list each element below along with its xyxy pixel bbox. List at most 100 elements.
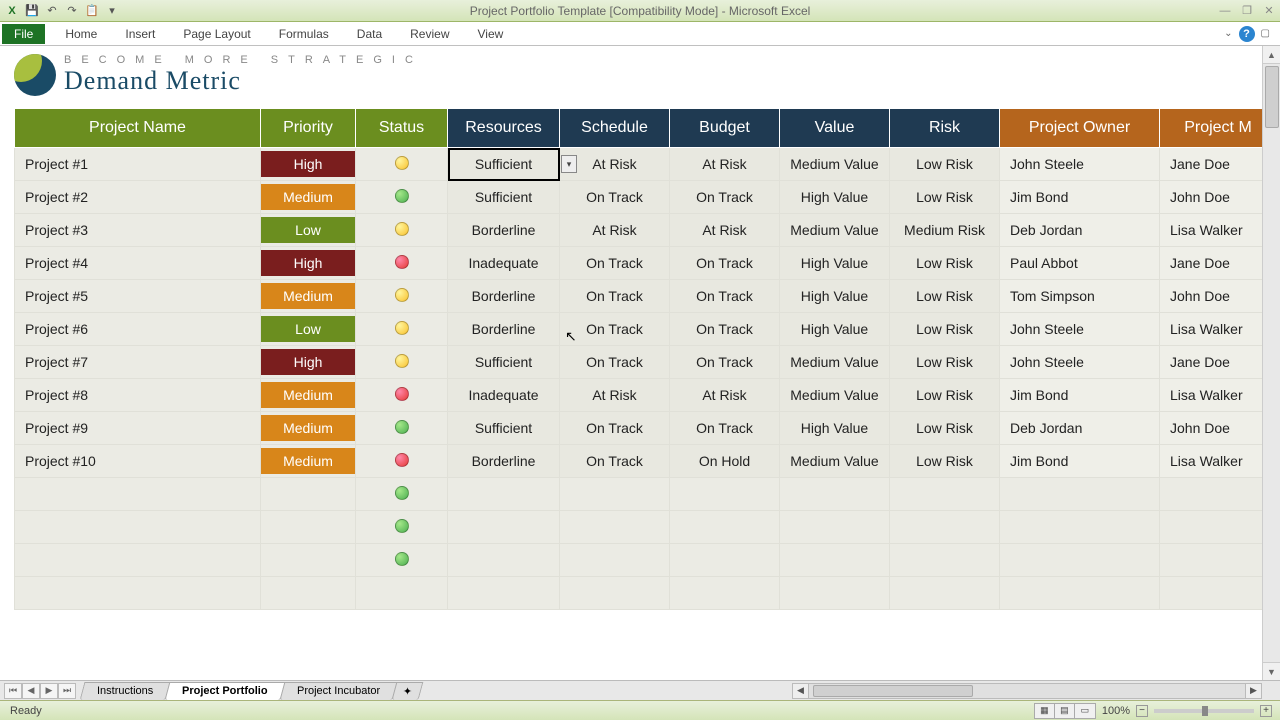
cell-project-name[interactable]: Project #4 (15, 247, 261, 280)
cell-priority[interactable]: Medium (261, 280, 356, 313)
paste-icon[interactable]: 📋 (84, 3, 100, 19)
cell-empty[interactable] (1160, 478, 1277, 511)
cell-empty[interactable] (780, 511, 890, 544)
cell-value[interactable]: High Value (780, 181, 890, 214)
cell-project-name[interactable]: Project #5 (15, 280, 261, 313)
cell-budget[interactable]: On Track (670, 346, 780, 379)
sheet-first-icon[interactable]: ⏮ (4, 683, 22, 699)
cell-status[interactable] (356, 280, 448, 313)
cell-owner[interactable]: Tom Simpson (1000, 280, 1160, 313)
cell-empty[interactable] (560, 478, 670, 511)
sheet-last-icon[interactable]: ⏭ (58, 683, 76, 699)
cell-status[interactable] (356, 247, 448, 280)
cell-project-name[interactable]: Project #7 (15, 346, 261, 379)
minimize-icon[interactable]: — (1218, 4, 1232, 18)
cell-project-name[interactable]: Project #10 (15, 445, 261, 478)
cell-schedule[interactable]: On Track (560, 445, 670, 478)
tab-data[interactable]: Data (343, 24, 396, 44)
cell-empty[interactable] (670, 544, 780, 577)
cell-risk[interactable]: Medium Risk (890, 214, 1000, 247)
cell-status[interactable] (356, 412, 448, 445)
th-risk[interactable]: Risk (890, 109, 1000, 148)
tab-view[interactable]: View (464, 24, 518, 44)
th-resources[interactable]: Resources (448, 109, 560, 148)
cell-resources[interactable]: Borderline (448, 280, 560, 313)
cell-resources[interactable]: Sufficient (448, 181, 560, 214)
sheet-tab-new-icon[interactable]: ✦ (392, 682, 424, 700)
cell-project-name[interactable]: Project #1 (15, 148, 261, 181)
cell-empty[interactable] (890, 478, 1000, 511)
cell-resources[interactable]: Sufficient (448, 412, 560, 445)
cell-schedule[interactable]: At Risk (560, 214, 670, 247)
cell-empty[interactable] (15, 511, 261, 544)
cell-risk[interactable]: Low Risk (890, 313, 1000, 346)
cell-empty[interactable] (15, 478, 261, 511)
cell-status[interactable] (356, 478, 448, 511)
cell-budget[interactable]: On Track (670, 280, 780, 313)
cell-empty[interactable] (261, 478, 356, 511)
cell-empty[interactable] (780, 544, 890, 577)
cell-budget[interactable]: At Risk (670, 379, 780, 412)
cell-priority[interactable]: Medium (261, 445, 356, 478)
redo-icon[interactable]: ↷ (64, 3, 80, 19)
cell-pm[interactable]: John Doe (1160, 412, 1277, 445)
cell-schedule[interactable]: On Track (560, 181, 670, 214)
cell-status[interactable] (356, 346, 448, 379)
cell-resources[interactable]: Borderline (448, 214, 560, 247)
cell-empty[interactable] (780, 478, 890, 511)
cell-empty[interactable] (780, 577, 890, 610)
cell-empty[interactable] (1000, 478, 1160, 511)
cell-status[interactable] (356, 313, 448, 346)
cell-empty[interactable] (448, 544, 560, 577)
th-budget[interactable]: Budget (670, 109, 780, 148)
cell-empty[interactable] (15, 544, 261, 577)
cell-empty[interactable] (261, 511, 356, 544)
cell-owner[interactable]: John Steele (1000, 313, 1160, 346)
cell-schedule[interactable]: On Track (560, 346, 670, 379)
scroll-down-icon[interactable]: ▼ (1263, 662, 1280, 680)
view-page-break-icon[interactable]: ▭ (1075, 704, 1095, 718)
hscroll-thumb[interactable] (813, 685, 973, 697)
cell-pm[interactable]: Lisa Walker (1160, 379, 1277, 412)
cell-empty[interactable] (1000, 544, 1160, 577)
view-page-layout-icon[interactable]: ▤ (1055, 704, 1075, 718)
cell-empty[interactable] (560, 511, 670, 544)
cell-empty[interactable] (261, 577, 356, 610)
cell-value[interactable]: Medium Value (780, 346, 890, 379)
sheet-tab-project-incubator[interactable]: Project Incubator (279, 682, 397, 700)
cell-value[interactable]: High Value (780, 313, 890, 346)
cell-budget[interactable]: At Risk (670, 214, 780, 247)
cell-empty[interactable] (1160, 544, 1277, 577)
scroll-right-icon[interactable]: ▶ (1245, 684, 1261, 698)
cell-empty[interactable] (448, 478, 560, 511)
cell-schedule[interactable]: At Risk (560, 379, 670, 412)
horizontal-scrollbar[interactable]: ◀ ▶ (792, 683, 1262, 699)
cell-empty[interactable] (356, 577, 448, 610)
cell-budget[interactable]: At Risk (670, 148, 780, 181)
cell-risk[interactable]: Low Risk (890, 379, 1000, 412)
cell-resources[interactable]: Inadequate (448, 247, 560, 280)
cell-owner[interactable]: Paul Abbot (1000, 247, 1160, 280)
vertical-scrollbar[interactable]: ▲ ▼ (1262, 46, 1280, 680)
cell-empty[interactable] (1160, 577, 1277, 610)
th-priority[interactable]: Priority (261, 109, 356, 148)
scroll-left-icon[interactable]: ◀ (793, 684, 809, 698)
cell-risk[interactable]: Low Risk (890, 346, 1000, 379)
cell-schedule[interactable]: On Track (560, 412, 670, 445)
zoom-slider[interactable] (1154, 709, 1254, 713)
cell-pm[interactable]: John Doe (1160, 280, 1277, 313)
cell-empty[interactable] (15, 577, 261, 610)
th-value[interactable]: Value (780, 109, 890, 148)
cell-pm[interactable]: Lisa Walker (1160, 214, 1277, 247)
cell-empty[interactable] (1000, 577, 1160, 610)
cell-pm[interactable]: Jane Doe (1160, 148, 1277, 181)
cell-owner[interactable]: Deb Jordan (1000, 214, 1160, 247)
zoom-level[interactable]: 100% (1102, 705, 1130, 717)
cell-budget[interactable]: On Track (670, 313, 780, 346)
th-project-owner[interactable]: Project Owner (1000, 109, 1160, 148)
cell-status[interactable] (356, 511, 448, 544)
tab-review[interactable]: Review (396, 24, 463, 44)
cell-empty[interactable] (448, 577, 560, 610)
cell-value[interactable]: High Value (780, 412, 890, 445)
tab-insert[interactable]: Insert (111, 24, 169, 44)
